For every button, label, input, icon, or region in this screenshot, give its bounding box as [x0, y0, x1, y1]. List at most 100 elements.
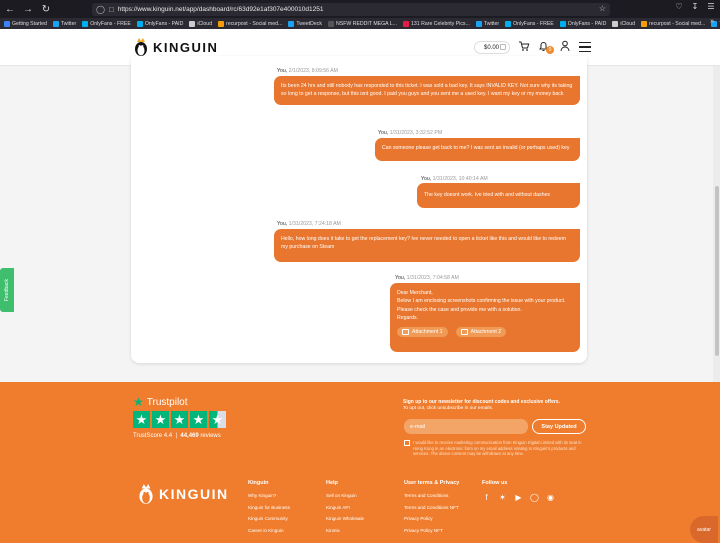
back-icon[interactable]: ← [2, 0, 18, 18]
pocket-icon[interactable]: ♡ [674, 2, 684, 11]
bookmark-item[interactable]: TweetDeck [288, 20, 322, 27]
bookmark-favicon-icon [403, 20, 410, 27]
url-text: https://www.kinguin.net/app/dashboard/rc… [117, 6, 324, 13]
message-author: You, [277, 68, 288, 74]
message-text: The key doesnt work. Ive tried with and … [424, 192, 551, 198]
newsletter-email-input[interactable] [404, 419, 528, 434]
footer-brand-name: KINGUIN [159, 486, 229, 502]
message-line: Below I am enclosing screenshots confirm… [397, 298, 566, 305]
bookmark-item[interactable]: OnlyFans - FREE [82, 20, 131, 27]
attachment-link[interactable]: Attachment 1 [397, 327, 448, 338]
bookmark-favicon-icon [612, 20, 619, 27]
lock-icon: □ [108, 5, 114, 14]
message-bubble: The key doesnt work. Ive tried with and … [417, 183, 580, 208]
user-icon[interactable] [560, 40, 570, 52]
bookmark-label: 131 Rare Celebrity Pics... [411, 20, 470, 27]
message-meta: You, 1/31/2023, 7:24:18 AM [277, 221, 341, 227]
bookmark-label: iCloud [197, 20, 213, 27]
star-icon: ★ [171, 411, 188, 428]
footer-link[interactable]: Kinguin Wholesale [326, 516, 364, 521]
cart-icon[interactable] [518, 40, 530, 52]
bookmark-item[interactable]: iCloud [612, 20, 635, 27]
bookmark-item[interactable]: Getting Started [4, 20, 47, 27]
bookmark-favicon-icon [52, 20, 59, 27]
footer-link[interactable]: Kinmix [326, 528, 364, 533]
consent-text: I would like to receive marketing commun… [413, 440, 582, 456]
stay-updated-button[interactable]: Stay Updated [532, 419, 586, 434]
instagram-icon[interactable]: ◯ [530, 493, 539, 502]
feedback-tab[interactable]: Feedback [0, 268, 14, 312]
discord-icon[interactable]: ◉ [546, 493, 555, 502]
extensions-icon[interactable]: ☰ [706, 2, 716, 11]
bookmark-label: OnlyFans - PAID [144, 20, 184, 27]
page-scrollbar[interactable] [713, 66, 720, 382]
footer-logo[interactable]: KINGUIN [137, 483, 229, 505]
footer-link[interactable]: Terms and Conditions NFT [404, 505, 459, 510]
bookmark-item[interactable]: 131 Rare Celebrity Pics... [403, 20, 470, 27]
message-text: Hello, how long does it take to get the … [281, 236, 566, 251]
bookmark-favicon-icon [4, 20, 10, 27]
message-date: 1/31/2023, 3:32:52 PM [389, 130, 443, 136]
attachment-link[interactable]: Attachment 2 [455, 327, 507, 338]
facebook-icon[interactable]: f [482, 493, 491, 502]
message-text: Its been 24 hrs and still nobody has res… [281, 83, 573, 98]
message-meta: You, 1/31/2023, 3:32:52 PM [378, 130, 442, 136]
bookmark-item[interactable]: NSFW REDDIT MEGA L... [328, 20, 398, 27]
trustpilot-name: Trustpilot [146, 396, 188, 408]
bookmark-item[interactable]: Twitter [475, 20, 499, 27]
bookmark-item[interactable]: recurpost - Social med... [218, 20, 283, 27]
bookmark-item[interactable]: iCloud [189, 20, 213, 27]
message-date: 1/31/2023, 7:24:18 AM [288, 221, 341, 227]
reload-icon[interactable]: ↻ [38, 0, 54, 18]
bookmark-item[interactable]: Twitter [52, 20, 76, 27]
footer-link[interactable]: Kinguin Community [248, 516, 290, 521]
scroll-thumb[interactable] [715, 186, 719, 356]
footer-link[interactable]: Terms and Conditions [404, 493, 459, 498]
twitter-icon[interactable]: ✶ [498, 493, 507, 502]
bookmark-item[interactable]: OnlyFans - PAID [559, 20, 606, 27]
footer-link[interactable]: Sell on Kinguin [326, 493, 364, 498]
bookmark-favicon-icon [505, 20, 512, 27]
penguin-logo-icon [139, 484, 153, 504]
footer-column-title: Help [326, 480, 338, 486]
avatar[interactable]: avatar [690, 516, 718, 543]
trustscore-label: TrustScore [133, 433, 163, 439]
consent-checkbox[interactable] [404, 440, 410, 446]
forward-icon[interactable]: → [20, 0, 36, 18]
bookmark-label: NSFW REDDIT MEGA L... [336, 20, 398, 27]
footer-link[interactable]: Career in Kinguin [248, 528, 290, 533]
message-bubble: Hello, how long does it take to get the … [274, 229, 580, 262]
footer-link[interactable]: Privacy Policy [404, 516, 459, 521]
message-text: Can someone please get back to me? I was… [382, 145, 570, 151]
bookmark-star-icon[interactable]: ☆ [599, 4, 606, 13]
footer-link[interactable]: Why Kinguin? [248, 493, 290, 498]
footer-link[interactable]: Privacy Policy NFT [404, 528, 459, 533]
wallet-balance[interactable]: $0.00 [474, 41, 510, 54]
message-author: You, [395, 275, 406, 281]
footer-link[interactable]: Kinguin API [326, 505, 364, 510]
bookmark-favicon-icon [82, 20, 89, 27]
notification-badge: 0 [546, 46, 554, 54]
kinguin-logo[interactable]: KINGUIN [133, 37, 218, 57]
newsletter-subtitle: To opt out, click unsubscribe in our ema… [403, 406, 494, 411]
message-date: 1/31/2023, 7:04:58 AM [406, 275, 459, 281]
footer-link[interactable]: Kinguin for Business [248, 505, 290, 510]
bookmark-favicon-icon [559, 20, 566, 27]
bookmark-item[interactable]: OnlyFans - FREE [505, 20, 554, 27]
bookmark-item[interactable]: recurpost - Social med... [641, 20, 705, 27]
bookmarks-overflow-icon[interactable]: » [710, 18, 714, 25]
message-author: You, [378, 130, 389, 136]
bookmark-item[interactable]: OnlyFans - PAID [136, 20, 184, 27]
social-links: f ✶ ▶ ◯ ◉ [482, 493, 555, 502]
wallet-icon [500, 44, 506, 50]
address-bar[interactable]: ◯ □ https://www.kinguin.net/app/dashboar… [92, 3, 610, 16]
trustpilot-brand[interactable]: ★ Trustpilot [133, 395, 188, 409]
bookmark-favicon-icon [475, 20, 482, 27]
downloads-icon[interactable]: ↧ [690, 2, 700, 11]
message-line: Dear Merchant, [397, 290, 433, 296]
bookmark-label: recurpost - Social med... [226, 20, 283, 27]
youtube-icon[interactable]: ▶ [514, 493, 523, 502]
bookmark-favicon-icon [641, 20, 648, 27]
hamburger-menu-icon[interactable] [579, 42, 591, 52]
message-line: Please check the case and provide me wit… [397, 306, 522, 313]
